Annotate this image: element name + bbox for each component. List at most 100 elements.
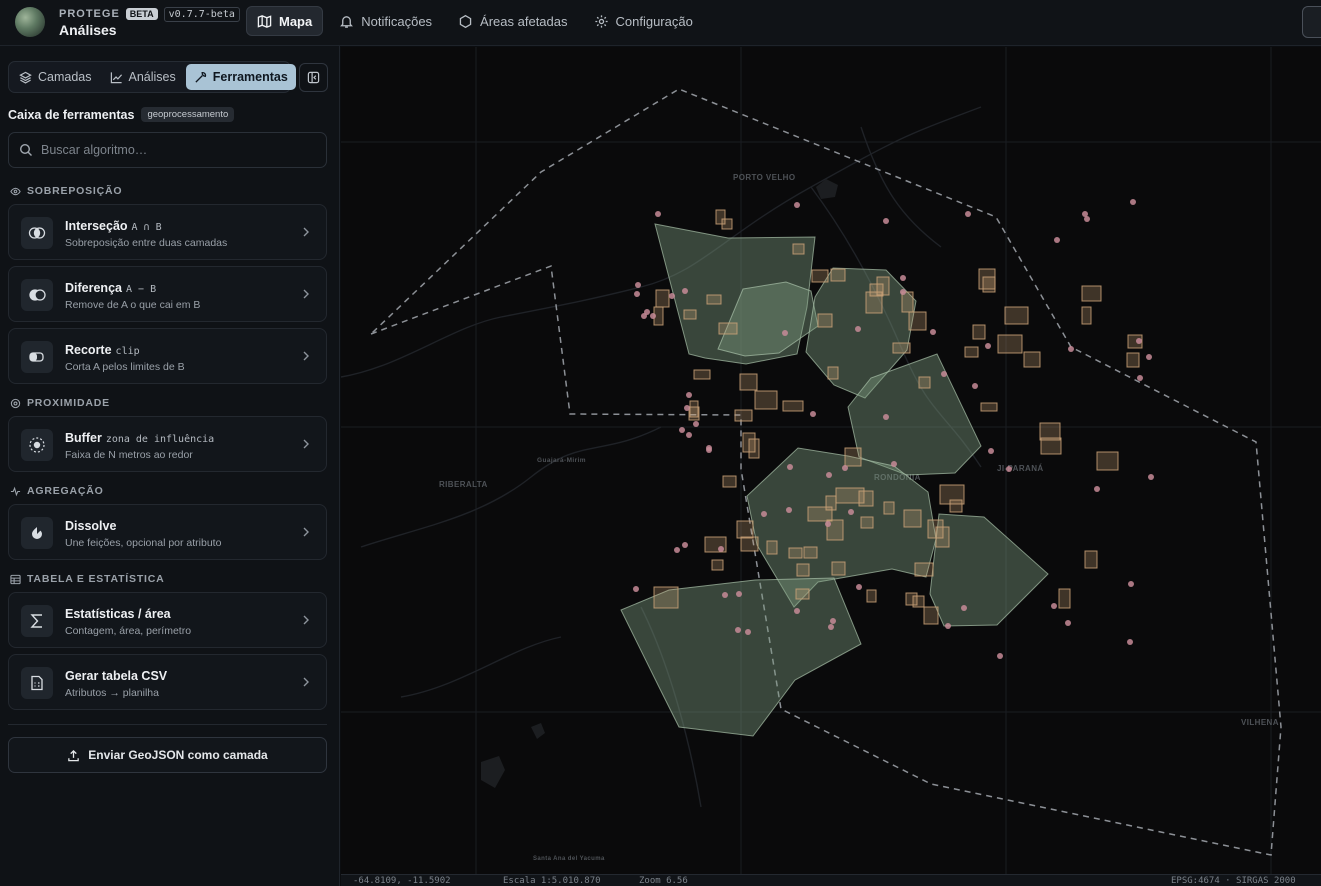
point-feature[interactable] xyxy=(686,432,692,438)
square-feature[interactable] xyxy=(706,294,722,305)
tab-tools[interactable]: Ferramentas xyxy=(185,64,296,90)
square-feature[interactable] xyxy=(795,588,810,600)
point-feature[interactable] xyxy=(855,326,861,332)
square-feature[interactable] xyxy=(918,376,931,389)
square-feature[interactable] xyxy=(997,334,1023,354)
point-feature[interactable] xyxy=(856,584,862,590)
square-feature[interactable] xyxy=(866,589,877,603)
tool-difference[interactable]: Diferença A − B Remove de A o que cai em … xyxy=(8,266,327,322)
square-feature[interactable] xyxy=(972,324,986,340)
point-feature[interactable] xyxy=(786,507,792,513)
square-feature[interactable] xyxy=(883,501,895,515)
square-feature[interactable] xyxy=(792,243,805,255)
point-feature[interactable] xyxy=(1094,486,1100,492)
nav-map[interactable]: Mapa xyxy=(246,6,324,36)
square-feature[interactable] xyxy=(1126,352,1140,368)
point-feature[interactable] xyxy=(655,211,661,217)
point-feature[interactable] xyxy=(682,542,688,548)
point-feature[interactable] xyxy=(674,547,680,553)
square-feature[interactable] xyxy=(1058,588,1071,609)
point-feature[interactable] xyxy=(883,218,889,224)
point-feature[interactable] xyxy=(669,293,675,299)
square-feature[interactable] xyxy=(935,526,950,548)
point-feature[interactable] xyxy=(782,330,788,336)
square-feature[interactable] xyxy=(1040,437,1062,455)
square-feature[interactable] xyxy=(1084,550,1098,569)
polygon-layer[interactable] xyxy=(620,223,1049,737)
square-feature[interactable] xyxy=(693,369,711,380)
upload-geojson-button[interactable]: Enviar GeoJSON como camada xyxy=(8,737,327,773)
square-feature[interactable] xyxy=(903,509,922,528)
square-feature[interactable] xyxy=(844,447,862,467)
square-feature[interactable] xyxy=(688,406,700,421)
point-feature[interactable] xyxy=(761,511,767,517)
tool-intersection[interactable]: Interseção A ∩ B Sobreposição entre duas … xyxy=(8,204,327,260)
point-feature[interactable] xyxy=(735,627,741,633)
point-feature[interactable] xyxy=(997,653,1003,659)
point-feature[interactable] xyxy=(826,472,832,478)
square-feature[interactable] xyxy=(860,516,874,529)
point-feature[interactable] xyxy=(706,447,712,453)
square-feature[interactable] xyxy=(912,595,925,608)
point-feature[interactable] xyxy=(810,411,816,417)
square-feature[interactable] xyxy=(803,546,818,559)
point-feature[interactable] xyxy=(1068,346,1074,352)
point-feature[interactable] xyxy=(945,623,951,629)
tab-layers[interactable]: Camadas xyxy=(11,64,100,90)
point-feature[interactable] xyxy=(641,313,647,319)
square-feature[interactable] xyxy=(1081,285,1102,302)
point-feature[interactable] xyxy=(825,521,831,527)
tab-analyses[interactable]: Análises xyxy=(102,64,184,90)
point-feature[interactable] xyxy=(1051,603,1057,609)
collapse-sidebar-button[interactable] xyxy=(299,63,328,92)
square-feature[interactable] xyxy=(1023,351,1041,368)
square-feature[interactable] xyxy=(831,561,846,576)
square-feature[interactable] xyxy=(796,563,810,577)
point-feature[interactable] xyxy=(633,586,639,592)
point-feature[interactable] xyxy=(693,421,699,427)
map-canvas[interactable]: PORTO VELHO Guajará-Mirim RIBERALTA ROND… xyxy=(341,47,1321,886)
square-feature[interactable] xyxy=(807,506,833,522)
square-feature[interactable] xyxy=(964,346,979,358)
point-feature[interactable] xyxy=(985,343,991,349)
square-feature[interactable] xyxy=(865,291,883,314)
point-feature[interactable] xyxy=(718,546,724,552)
nav-affected-areas[interactable]: Áreas afetadas xyxy=(448,6,577,36)
square-feature[interactable] xyxy=(858,490,874,507)
square-feature[interactable] xyxy=(722,475,737,488)
point-feature[interactable] xyxy=(830,618,836,624)
point-feature[interactable] xyxy=(961,605,967,611)
point-feature[interactable] xyxy=(1148,474,1154,480)
point-feature[interactable] xyxy=(972,383,978,389)
point-feature[interactable] xyxy=(1136,338,1142,344)
point-feature[interactable] xyxy=(900,289,906,295)
point-feature[interactable] xyxy=(787,464,793,470)
square-feature[interactable] xyxy=(817,313,833,328)
point-feature[interactable] xyxy=(941,371,947,377)
square-feature[interactable] xyxy=(718,322,738,335)
square-feature[interactable] xyxy=(901,291,914,313)
square-feature[interactable] xyxy=(740,536,759,552)
point-feature[interactable] xyxy=(635,282,641,288)
square-feature[interactable] xyxy=(980,402,998,412)
square-feature[interactable] xyxy=(1004,306,1029,325)
square-feature[interactable] xyxy=(782,400,804,412)
square-feature[interactable] xyxy=(655,289,670,308)
point-feature[interactable] xyxy=(1006,466,1012,472)
square-feature[interactable] xyxy=(923,606,939,625)
point-feature[interactable] xyxy=(736,591,742,597)
point-feature[interactable] xyxy=(1127,639,1133,645)
point-feature[interactable] xyxy=(794,202,800,208)
square-feature[interactable] xyxy=(711,559,724,571)
nav-settings[interactable]: Configuração xyxy=(584,6,703,36)
point-feature[interactable] xyxy=(682,288,688,294)
point-feature[interactable] xyxy=(684,405,690,411)
square-feature[interactable] xyxy=(939,484,965,505)
point-feature[interactable] xyxy=(848,509,854,515)
square-feature[interactable] xyxy=(1039,422,1061,441)
point-feature[interactable] xyxy=(1146,354,1152,360)
point-feature[interactable] xyxy=(965,211,971,217)
point-feature[interactable] xyxy=(679,427,685,433)
square-feature[interactable] xyxy=(683,309,697,320)
square-feature[interactable] xyxy=(827,366,839,380)
